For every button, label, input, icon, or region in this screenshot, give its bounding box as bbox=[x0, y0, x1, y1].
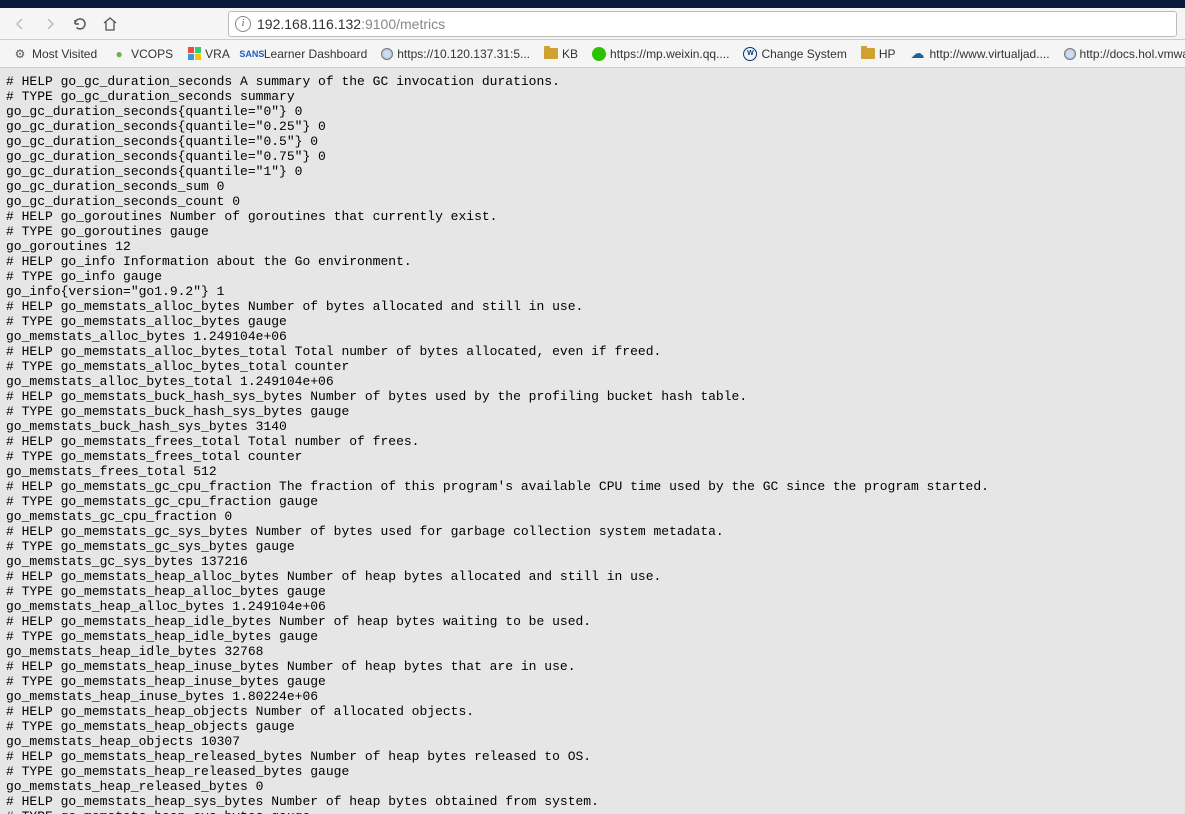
metrics-output: # HELP go_gc_duration_seconds A summary … bbox=[6, 74, 1179, 814]
bookmark-label: KB bbox=[562, 47, 578, 61]
jad-icon: ☁ bbox=[910, 46, 926, 62]
bookmark-label: Most Visited bbox=[32, 47, 97, 61]
url-bar[interactable]: i 192.168.116.132:9100/metrics bbox=[228, 11, 1177, 37]
site-info-icon[interactable]: i bbox=[235, 16, 251, 32]
titlebar-strip bbox=[0, 0, 1185, 8]
globe-icon bbox=[381, 48, 393, 60]
bookmark-label: http://www.virtualjad.... bbox=[930, 47, 1050, 61]
bookmark-item[interactable]: KB bbox=[538, 45, 584, 63]
bookmark-item[interactable]: https://mp.weixin.qq.... bbox=[586, 45, 735, 63]
bookmark-item[interactable]: ☁ http://www.virtualjad.... bbox=[904, 44, 1056, 64]
sans-icon: SANS bbox=[244, 46, 260, 62]
folder-icon bbox=[544, 48, 558, 59]
url-text: 192.168.116.132:9100/metrics bbox=[257, 16, 445, 32]
bookmark-label: VRA bbox=[205, 47, 230, 61]
home-button[interactable] bbox=[98, 12, 122, 36]
bookmark-item[interactable]: W Change System bbox=[737, 45, 852, 63]
bookmark-label: Change System bbox=[761, 47, 846, 61]
arrow-left-icon bbox=[12, 16, 28, 32]
bookmark-item[interactable]: https://10.120.137.31:5... bbox=[375, 45, 536, 63]
page-content: # HELP go_gc_duration_seconds A summary … bbox=[0, 68, 1185, 814]
vcops-icon: ● bbox=[111, 46, 127, 62]
globe-icon bbox=[1064, 48, 1076, 60]
gear-icon: ⚙ bbox=[12, 46, 28, 62]
bookmark-label: VCOPS bbox=[131, 47, 173, 61]
reload-button[interactable] bbox=[68, 12, 92, 36]
bookmark-label: Learner Dashboard bbox=[264, 47, 367, 61]
bookmark-label: https://mp.weixin.qq.... bbox=[610, 47, 729, 61]
folder-icon bbox=[861, 48, 875, 59]
vra-icon bbox=[187, 47, 201, 61]
bookmark-label: https://10.120.137.31:5... bbox=[397, 47, 530, 61]
bookmarks-toolbar: ⚙ Most Visited ● VCOPS VRA SANS Learner Dashbo… bbox=[0, 40, 1185, 68]
bookmark-item[interactable]: http://docs.hol.vmwa bbox=[1058, 45, 1185, 63]
vw-icon: W bbox=[743, 47, 757, 61]
arrow-right-icon bbox=[42, 16, 58, 32]
bookmark-item[interactable]: ● VCOPS bbox=[105, 44, 179, 64]
home-icon bbox=[102, 16, 118, 32]
bookmark-label: http://docs.hol.vmwa bbox=[1080, 47, 1185, 61]
back-button[interactable] bbox=[8, 12, 32, 36]
navigation-toolbar: i 192.168.116.132:9100/metrics bbox=[0, 8, 1185, 40]
bookmark-label: HP bbox=[879, 47, 896, 61]
forward-button[interactable] bbox=[38, 12, 62, 36]
bookmark-item[interactable]: SANS Learner Dashboard bbox=[238, 44, 373, 64]
bookmark-item[interactable]: ⚙ Most Visited bbox=[6, 44, 103, 64]
reload-icon bbox=[72, 16, 88, 32]
wechat-icon bbox=[592, 47, 606, 61]
bookmark-item[interactable]: VRA bbox=[181, 45, 236, 63]
bookmark-item[interactable]: HP bbox=[855, 45, 902, 63]
